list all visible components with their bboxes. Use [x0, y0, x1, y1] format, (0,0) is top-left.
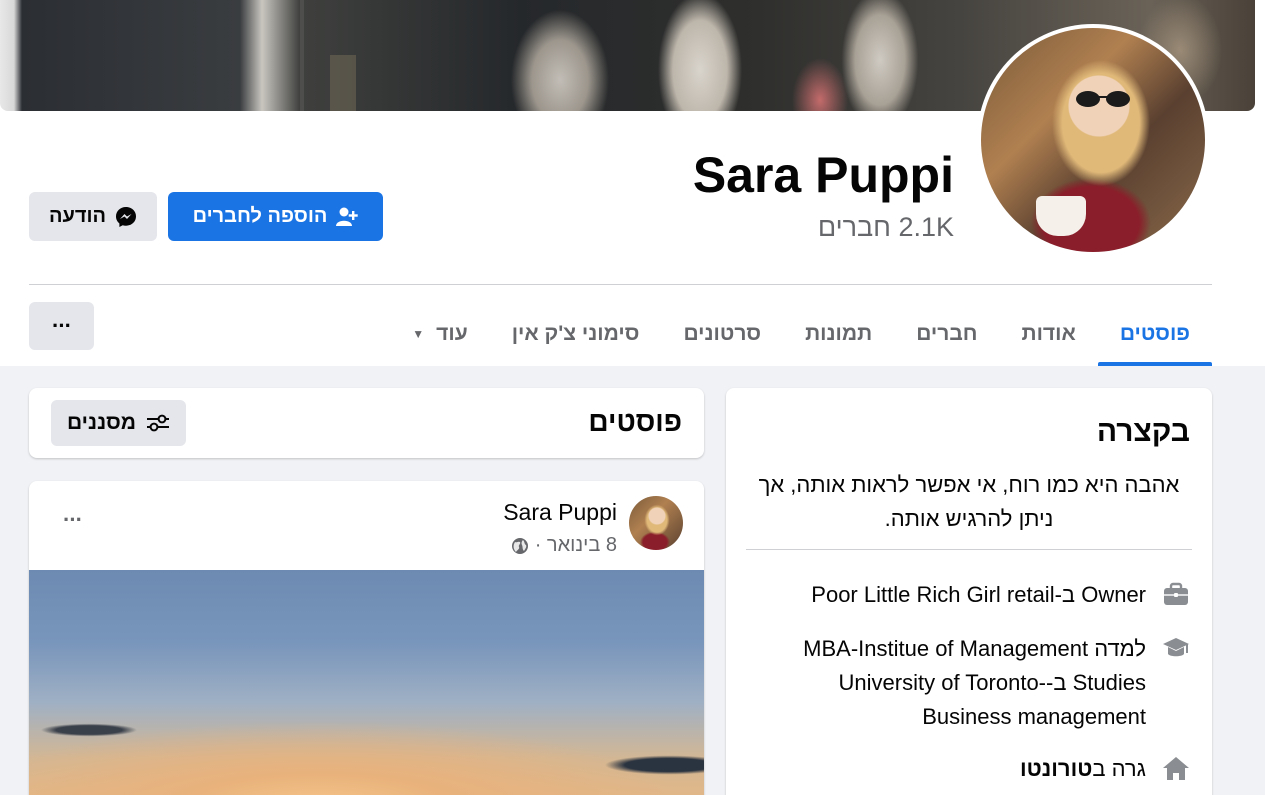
intro-lives-city[interactable]: טורונטו: [1020, 756, 1092, 781]
coffee-cup-shape: [1036, 196, 1086, 236]
tab-about[interactable]: אודות: [1000, 302, 1098, 366]
intro-work-text[interactable]: Owner ב-Poor Little Rich Girl retail: [726, 578, 1146, 612]
post-meta: 8 בינואר ·: [511, 534, 617, 557]
filters-button[interactable]: מסננים: [51, 400, 186, 446]
tab-friends[interactable]: חברים: [894, 302, 999, 366]
post-more-button[interactable]: ···: [63, 507, 83, 533]
profile-tabs: פוסטים אודות חברים תמונות סרטונים סימוני…: [390, 302, 1213, 366]
sliders-icon: [146, 413, 170, 433]
tab-check-ins-label: סימוני צ'ק אין: [511, 322, 640, 345]
person-plus-icon: [336, 207, 359, 227]
briefcase-icon: [1162, 580, 1190, 608]
sunglasses-shape: [1076, 91, 1130, 107]
header-divider: [29, 284, 1212, 285]
profile-picture-image: [981, 28, 1205, 252]
post-author-avatar[interactable]: [629, 496, 683, 550]
filters-label: מסננים: [66, 411, 137, 434]
post-card: Sara Puppi 8 בינואר · ···: [29, 481, 704, 795]
post-author-name[interactable]: Sara Puppi: [503, 499, 617, 526]
tab-photos[interactable]: תמונות: [783, 302, 894, 366]
friends-count[interactable]: 2.1K חברים: [818, 212, 954, 243]
tab-more[interactable]: עוד ▼: [390, 302, 489, 366]
intro-divider: [746, 549, 1192, 550]
caret-down-icon: ▼: [412, 327, 425, 341]
home-icon: [1162, 754, 1190, 782]
message-label: הודעה: [48, 205, 107, 227]
post-photo[interactable]: [29, 570, 704, 795]
intro-lives-row: גרה בטורונטו: [1020, 752, 1190, 786]
messenger-icon: [115, 206, 137, 228]
post-date[interactable]: 8 בינואר ·: [535, 534, 617, 557]
profile-name: Sara Puppi: [692, 147, 954, 203]
tab-friends-label: חברים: [916, 322, 978, 345]
intro-bio: אהבה היא כמו רוח, אי אפשר לראות אותה, אך…: [758, 472, 1180, 531]
intro-title: בקצרה: [1096, 415, 1190, 448]
graduation-cap-icon: [1162, 634, 1190, 662]
posts-header-card: פוסטים מסננים: [29, 388, 704, 458]
profile-picture[interactable]: [977, 24, 1209, 256]
tab-videos-label: סרטונים: [683, 322, 762, 345]
intro-lives-prefix: גרה ב: [1092, 756, 1146, 781]
add-friend-button[interactable]: הוספה לחברים: [168, 192, 383, 241]
tab-more-label: עוד: [436, 322, 468, 345]
posts-title: פוסטים: [588, 406, 682, 437]
tab-check-ins[interactable]: סימוני צ'ק אין: [490, 302, 662, 366]
tab-photos-label: תמונות: [805, 322, 873, 345]
intro-education-row: למדה MBA-Institue of Management Studies …: [746, 632, 1190, 734]
tab-videos[interactable]: סרטונים: [661, 302, 783, 366]
intro-education-text[interactable]: למדה MBA-Institue of Management Studies …: [746, 632, 1146, 734]
intro-work-row: Owner ב-Poor Little Rich Girl retail: [726, 578, 1190, 612]
add-friend-label: הוספה לחברים: [192, 205, 328, 227]
profile-more-button[interactable]: ···: [29, 302, 94, 350]
tab-posts[interactable]: פוסטים: [1097, 302, 1213, 366]
tab-posts-label: פוסטים: [1119, 322, 1190, 345]
message-button[interactable]: הודעה: [29, 192, 157, 241]
intro-lives-text: גרה בטורונטו: [1020, 752, 1146, 786]
intro-card: בקצרה אהבה היא כמו רוח, אי אפשר לראות או…: [726, 388, 1212, 795]
globe-icon: [511, 537, 529, 555]
tab-about-label: אודות: [1021, 322, 1076, 345]
